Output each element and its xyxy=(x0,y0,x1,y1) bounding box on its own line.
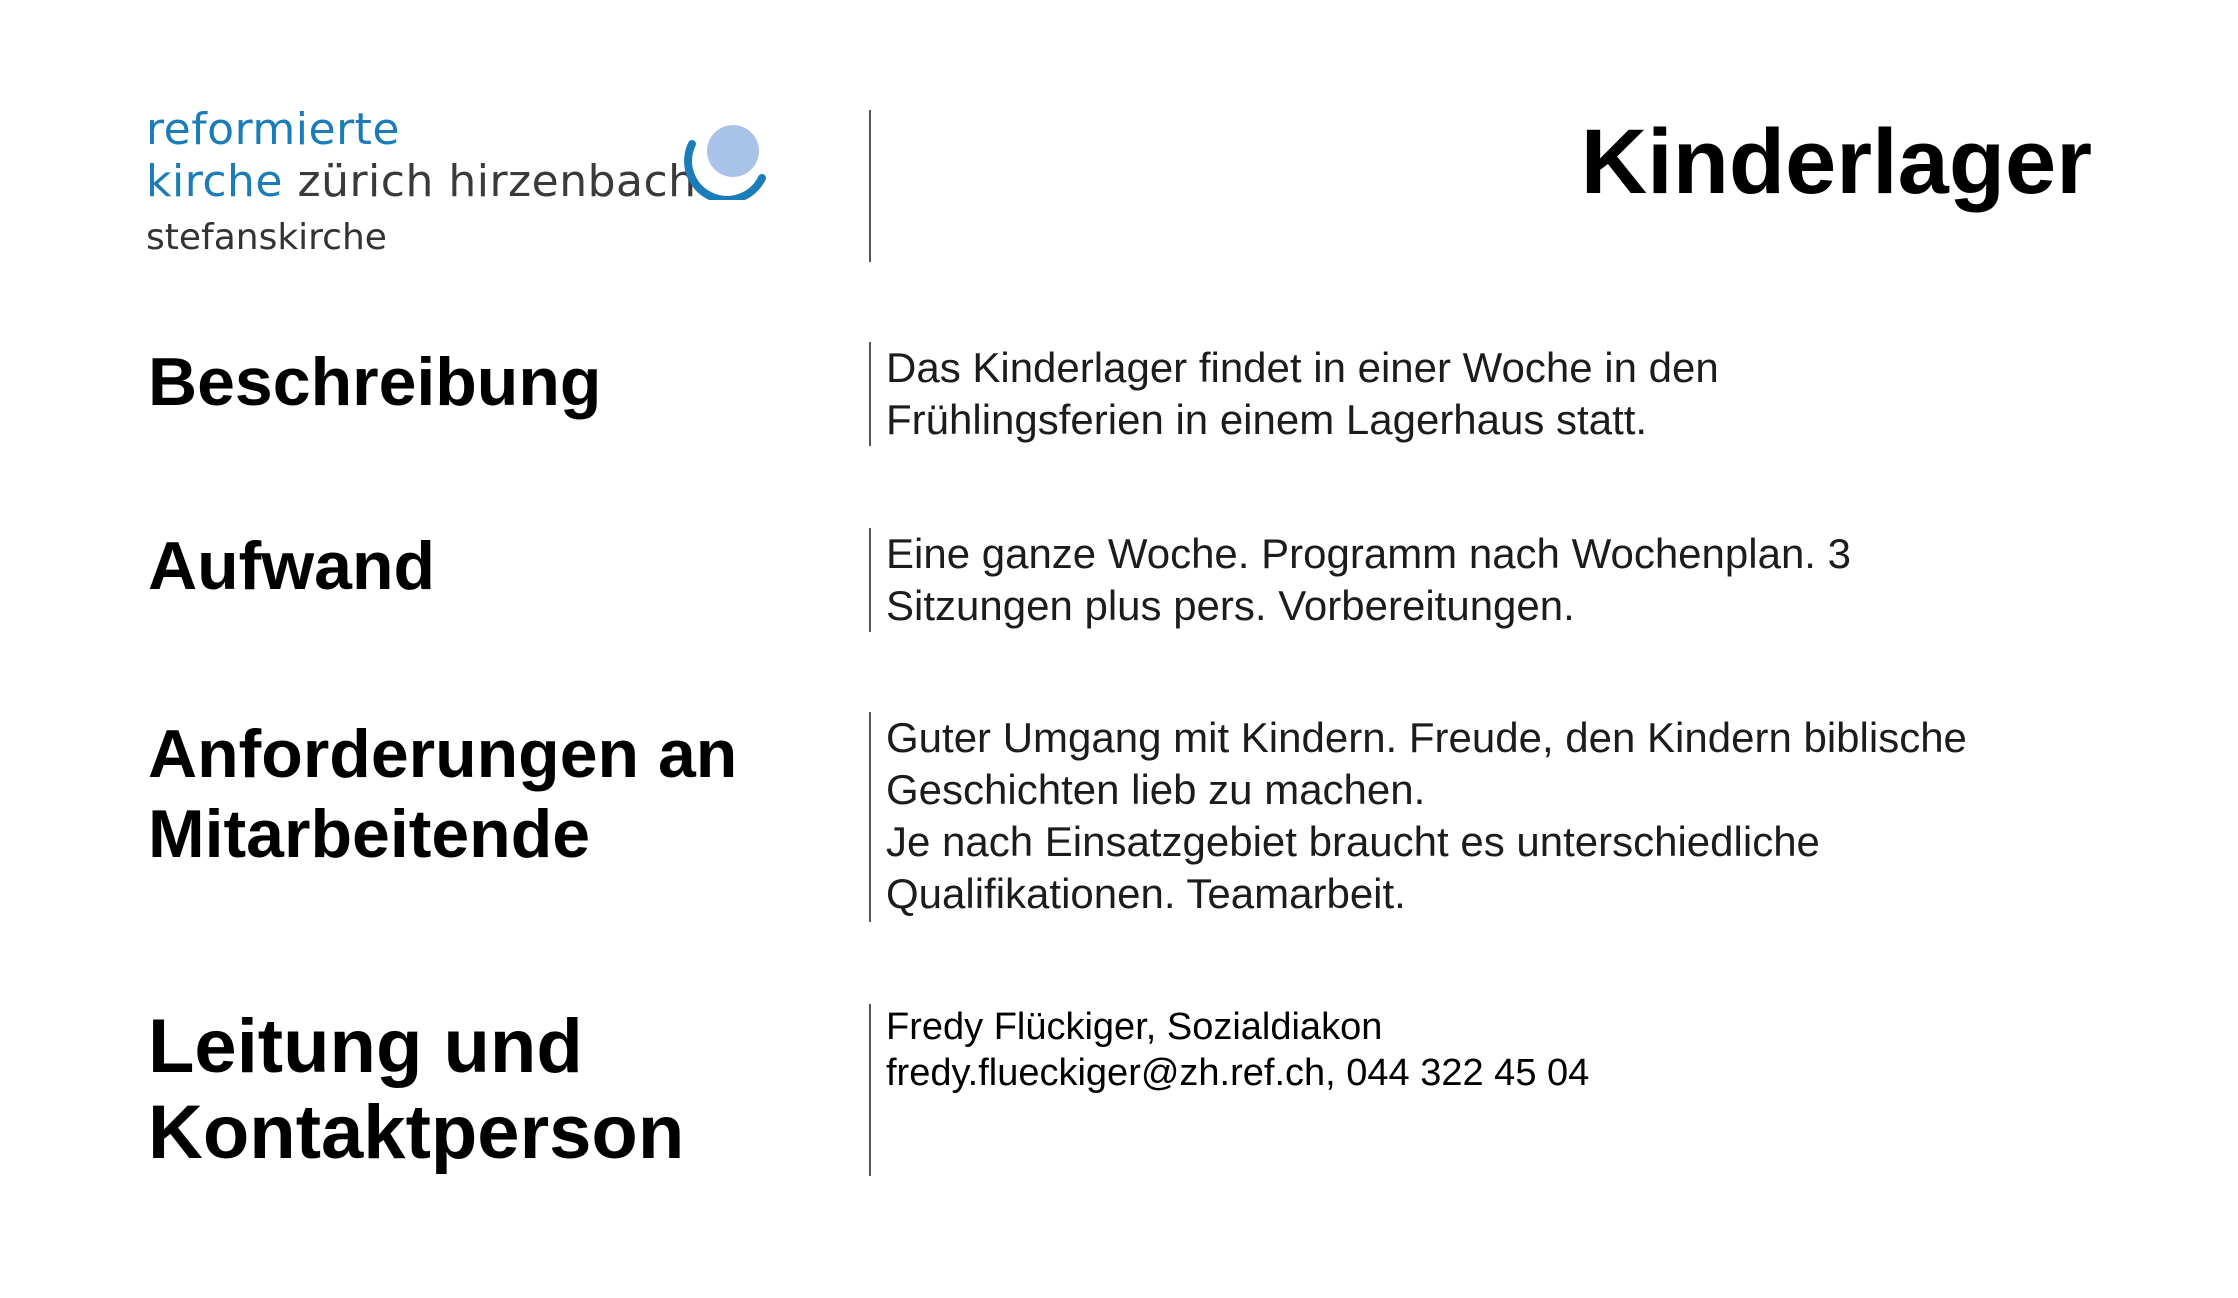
text-beschreibung: Das Kinderlager findet in einer Woche in… xyxy=(886,344,1719,443)
text-aufwand: Eine ganze Woche. Programm nach Wochenpl… xyxy=(886,530,1851,629)
logo-word-kirche: kirche xyxy=(146,156,283,207)
row-divider-aufwand xyxy=(869,528,871,632)
logo-words-location: zürich hirzenbach xyxy=(282,156,697,207)
text-anforderungen: Guter Umgang mit Kindern. Freude, den Ki… xyxy=(886,714,1967,917)
label-leitung: Leitung und Kontaktperson xyxy=(148,1004,685,1175)
row-divider-beschreibung xyxy=(869,342,871,446)
row-divider-anforderungen xyxy=(869,712,871,922)
page-title: Kinderlager xyxy=(1580,111,2092,213)
logo-line-stefanskirche: stefanskirche xyxy=(146,217,387,258)
row-divider-leitung xyxy=(869,1004,871,1176)
logo-line-reformierte: reformierte xyxy=(146,104,400,155)
church-ring-logo-icon xyxy=(684,125,766,200)
logo-line-kirche: kirche zürich hirzenbach xyxy=(146,160,697,204)
header-divider xyxy=(869,110,871,262)
label-anforderungen: Anforderungen an Mitarbeitende xyxy=(148,716,738,872)
text-leitung: Fredy Flückiger, Sozialdiakon fredy.flue… xyxy=(886,1006,1590,1094)
label-beschreibung: Beschreibung xyxy=(148,344,602,420)
label-aufwand: Aufwand xyxy=(148,528,436,604)
church-logo: reformierte kirche zürich hirzenbach ste… xyxy=(146,104,786,274)
